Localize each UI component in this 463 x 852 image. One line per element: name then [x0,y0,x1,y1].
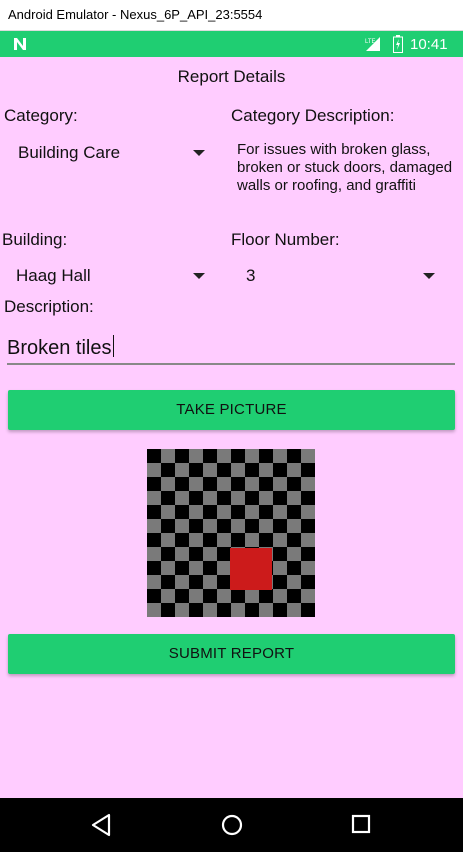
recents-icon[interactable] [351,814,371,834]
building-value: Haag Hall [16,266,91,285]
dropdown-caret-icon [193,273,205,279]
emulator-title: Android Emulator - Nexus_6P_API_23:5554 [8,7,263,22]
lte-label: LTE [365,39,376,45]
dropdown-caret-icon [193,150,205,156]
home-icon[interactable] [220,813,244,837]
category-label: Category: [4,106,78,125]
building-spinner[interactable]: Haag Hall [8,260,220,290]
building-label: Building: [2,230,68,249]
category-description-label: Category Description: [231,106,395,125]
n-logo-icon [14,38,26,50]
text-cursor [112,335,114,357]
navigation-bar [0,798,463,852]
battery-icon [393,35,403,53]
emulator-title-bar: Android Emulator - Nexus_6P_API_23:5554 [0,0,463,31]
page-title: Report Details [177,67,286,86]
report-details-screen: Report Details Category: Building Care C… [0,57,463,798]
submit-report-button[interactable]: SUBMIT REPORT [8,634,455,674]
lte-signal-icon: LTE [365,37,380,51]
floor-number-label: Floor Number: [231,230,340,249]
dropdown-caret-icon [423,273,435,279]
category-description: For issues with broken glass, broken or … [237,141,453,194]
description-value: Broken tiles [7,337,112,359]
back-icon[interactable] [90,813,112,837]
category-spinner[interactable]: Building Care [10,137,220,167]
category-value: Building Care [18,143,121,162]
photo-preview [147,449,315,617]
description-label: Description: [4,297,94,316]
floor-spinner[interactable]: 3 [238,260,443,290]
floor-value: 3 [246,266,256,285]
take-picture-button[interactable]: TAKE PICTURE [8,390,455,430]
status-bar: LTE 10:41 [0,31,463,57]
description-input[interactable]: Broken tiles [7,335,455,365]
clock: 10:41 [410,36,448,53]
photo-red-square [230,548,272,590]
